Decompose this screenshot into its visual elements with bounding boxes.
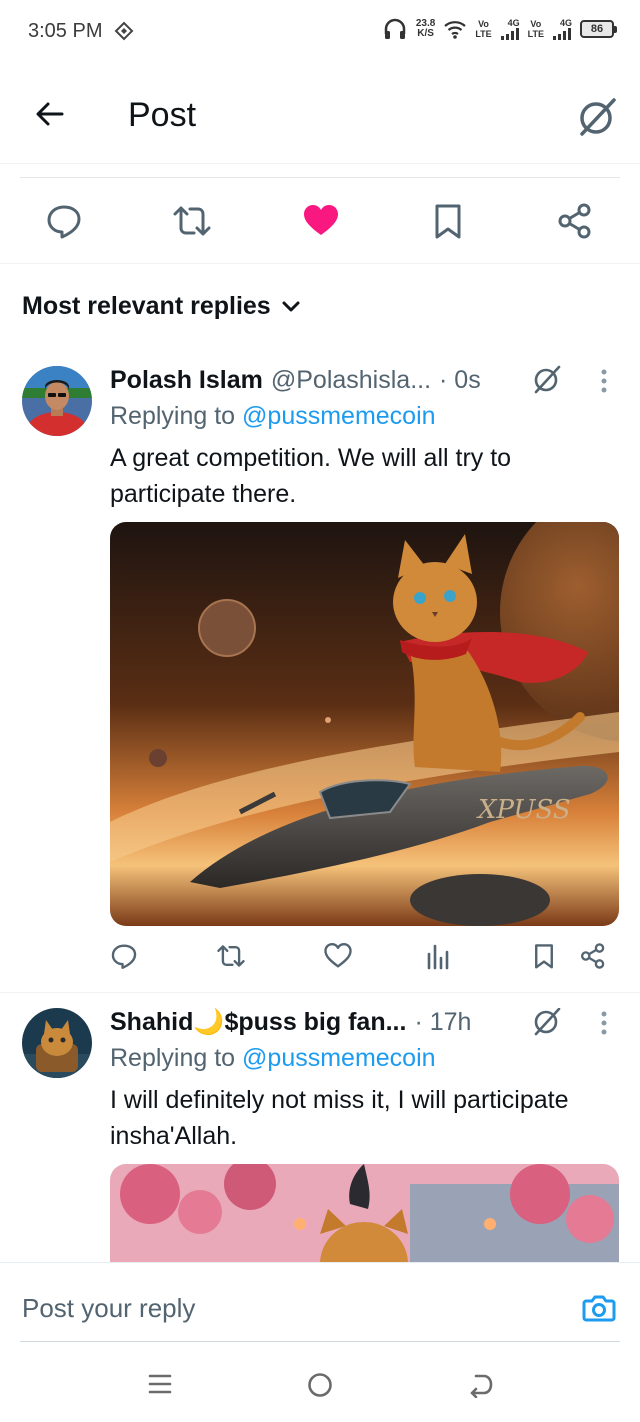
bookmark-icon	[535, 944, 553, 969]
replying-to-mention[interactable]: @pussmemecoin	[242, 1044, 436, 1072]
reply-text: I will definitely not miss it, I will pa…	[110, 1086, 569, 1150]
bookmark-icon	[435, 204, 461, 239]
sort-label: Most relevant replies	[22, 292, 271, 320]
home-button[interactable]	[307, 1372, 333, 1398]
sim2-signal: 4G	[552, 18, 572, 40]
grok-icon	[580, 98, 616, 136]
back-button[interactable]	[32, 96, 68, 132]
camera-button[interactable]	[582, 1293, 616, 1323]
share-button[interactable]	[557, 202, 593, 240]
wifi-icon	[444, 21, 467, 39]
avatar[interactable]	[22, 1008, 92, 1078]
author-handle[interactable]: @Polashisla...	[271, 366, 431, 395]
replying-to: Replying to @pussmemecoin	[110, 1044, 436, 1073]
share-icon	[558, 203, 591, 239]
status-icons: 23.8 K/S Vo LTE 4G Vo LTE 4G 86	[382, 16, 617, 42]
bookmark-button[interactable]	[532, 942, 556, 970]
status-time: 3:05 PM	[28, 20, 103, 42]
reply-time: · 17h	[414, 1008, 472, 1036]
repost-button[interactable]	[172, 202, 212, 240]
repost-button[interactable]	[216, 942, 246, 970]
battery-indicator: 86	[580, 20, 617, 38]
comment-icon	[111, 944, 137, 969]
replying-prefix: Replying to	[110, 1044, 243, 1072]
reply-button[interactable]	[110, 942, 138, 970]
reply-item[interactable]: Polash Islam @Polashisla... · 0s Replyin…	[0, 364, 640, 992]
author-name[interactable]: Shahid🌙$puss big fan...	[110, 1008, 406, 1037]
sim2-gen: 4G	[559, 18, 572, 28]
app-header: Post	[0, 64, 640, 164]
more-options-button[interactable]	[594, 1010, 614, 1036]
more-vertical-icon	[601, 1011, 607, 1035]
views-button[interactable]	[426, 942, 450, 970]
bar-chart-icon	[427, 944, 449, 970]
reply-media-image[interactable]: XPUSS	[110, 522, 619, 926]
author-name[interactable]: Polash Islam	[110, 366, 263, 395]
comment-icon	[47, 205, 81, 239]
like-button[interactable]	[302, 202, 340, 240]
reply-sort-selector[interactable]: Most relevant replies	[22, 292, 301, 321]
heart-icon	[324, 943, 352, 968]
divider	[0, 992, 640, 993]
reply-text: A great competition. We will all try to …	[110, 444, 512, 508]
chevron-down-icon	[282, 301, 300, 311]
reply-button[interactable]	[45, 202, 83, 240]
post-action-bar	[0, 178, 640, 264]
grok-icon	[534, 1008, 561, 1036]
arrow-left-icon	[36, 102, 64, 126]
reply-item[interactable]: Shahid🌙$puss big fan... · 17h Replying t…	[0, 1008, 640, 1262]
camera-icon	[582, 1295, 616, 1322]
signal-icon	[500, 28, 519, 40]
media-jet-text: XPUSS	[476, 795, 571, 825]
repost-icon	[173, 206, 211, 236]
avatar[interactable]	[22, 366, 92, 436]
grok-button[interactable]	[576, 96, 618, 138]
sim2-lte-label: LTE	[527, 29, 544, 39]
net-speed: 23.8 K/S	[416, 19, 435, 39]
reply-media-image[interactable]	[110, 1164, 619, 1262]
system-nav-bar	[0, 1342, 640, 1422]
menu-icon	[148, 1374, 172, 1394]
sim1-signal: 4G	[500, 18, 520, 40]
back-nav-icon	[470, 1374, 493, 1398]
reply-input[interactable]: Post your reply	[22, 1293, 195, 1324]
status-bar: 3:05 PM 23.8 K/S Vo LTE 4G Vo LTE 4G 86	[0, 0, 640, 64]
page-title: Post	[128, 96, 197, 134]
heart-icon	[304, 205, 338, 235]
repost-icon	[217, 945, 245, 967]
bookmark-button[interactable]	[431, 202, 465, 240]
sim1-lte: Vo LTE	[475, 19, 491, 39]
recents-button[interactable]	[148, 1372, 172, 1396]
reply-action-bar	[110, 942, 620, 972]
share-icon	[581, 943, 605, 969]
signal-icon	[553, 28, 571, 40]
replying-prefix: Replying to	[110, 402, 243, 430]
net-speed-unit: K/S	[417, 28, 434, 39]
reply-header: Polash Islam @Polashisla... · 0s	[110, 366, 481, 395]
like-button[interactable]	[324, 942, 352, 970]
sim2-lte: Vo LTE	[528, 19, 544, 39]
diamond-icon	[114, 21, 134, 41]
sim1-vo: Vo	[478, 19, 489, 29]
back-nav-button[interactable]	[468, 1372, 494, 1398]
grok-icon	[534, 365, 561, 394]
reply-time: · 0s	[439, 366, 481, 394]
reply-header: Shahid🌙$puss big fan... · 17h	[110, 1008, 471, 1037]
home-circle-icon	[308, 1373, 332, 1397]
more-vertical-icon	[601, 369, 607, 393]
share-button[interactable]	[580, 942, 606, 970]
sim2-vo: Vo	[530, 19, 542, 29]
headphones-icon	[384, 18, 406, 39]
more-options-button[interactable]	[594, 368, 614, 394]
sim1-lte-label: LTE	[475, 29, 492, 39]
grok-button[interactable]	[532, 1008, 562, 1036]
sim1-gen: 4G	[507, 18, 520, 28]
grok-button[interactable]	[532, 364, 562, 394]
reply-composer: Post your reply	[0, 1262, 640, 1343]
replying-to-mention[interactable]: @pussmemecoin	[242, 402, 436, 430]
replying-to: Replying to @pussmemecoin	[110, 402, 436, 431]
